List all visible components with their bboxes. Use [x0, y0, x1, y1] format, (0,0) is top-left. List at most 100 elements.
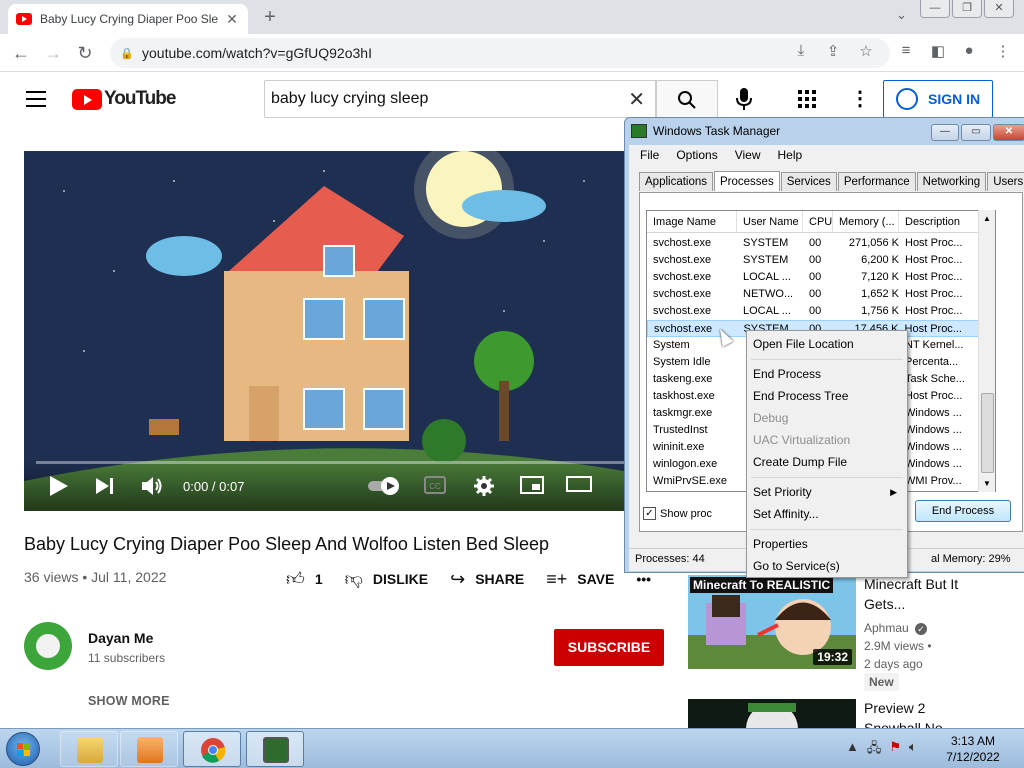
taskbar-explorer[interactable]	[60, 731, 118, 767]
column-memory[interactable]: Memory (...	[833, 211, 899, 232]
column-image-name[interactable]: Image Name	[647, 211, 737, 232]
tm-close-button[interactable]: ✕	[993, 124, 1024, 141]
next-video-icon[interactable]	[96, 476, 116, 501]
theater-mode-icon[interactable]	[566, 476, 592, 497]
volume-icon[interactable]	[142, 476, 164, 501]
chrome-menu-icon[interactable]: ⋮	[992, 42, 1014, 60]
channel-name[interactable]: Dayan Me	[88, 630, 153, 646]
ctx-set-affinity[interactable]: Set Affinity...	[753, 507, 819, 521]
forward-arrow-icon[interactable]: →	[40, 40, 66, 66]
media-queue-icon[interactable]: ≡	[895, 42, 917, 59]
hamburger-menu-icon[interactable]	[26, 91, 46, 107]
taskbar-task-manager[interactable]	[246, 731, 304, 767]
scroll-up-arrow-icon[interactable]: ▲	[983, 214, 991, 223]
miniplayer-icon[interactable]	[520, 476, 544, 499]
ctx-end-process[interactable]: End Process	[753, 367, 821, 381]
new-tab-button[interactable]: +	[258, 6, 282, 29]
search-input[interactable]: baby lucy crying sleep ✕	[264, 80, 656, 118]
tab-close-icon[interactable]: ✕	[224, 11, 240, 28]
tm-minimize-button[interactable]: —	[931, 124, 959, 141]
show-all-users-checkbox[interactable]: ✓ Show proc	[643, 507, 712, 520]
browser-tab[interactable]: Baby Lucy Crying Diaper Poo Sle ✕	[8, 4, 248, 34]
process-row[interactable]: svchost.exe SYSTEM 00 6,200 K Host Proc...	[647, 252, 980, 269]
recommendation-thumbnail[interactable]: Minecraft To REALISTIC 19:32	[688, 575, 856, 669]
tab-performance[interactable]: Performance	[837, 172, 916, 191]
tab-processes[interactable]: Processes	[714, 171, 780, 191]
recommendation-title-line[interactable]: Snowball No...	[864, 718, 1014, 728]
menu-options[interactable]: Options	[676, 148, 717, 162]
side-panel-icon[interactable]: ◧	[927, 42, 949, 60]
taskbar-chrome[interactable]	[183, 731, 241, 767]
share-icon[interactable]: ⇪	[822, 42, 844, 60]
address-bar[interactable]: 🔒 youtube.com/watch?v=gGfUQ92o3hI	[110, 38, 890, 68]
recommendation-channel[interactable]: Aphmau ✓	[864, 621, 928, 635]
column-description[interactable]: Description	[899, 211, 980, 232]
scrollbar-thumb[interactable]	[981, 393, 994, 473]
column-cpu[interactable]: CPU	[803, 211, 833, 232]
ctx-go-to-services[interactable]: Go to Service(s)	[753, 559, 840, 573]
process-row[interactable]: svchost.exe LOCAL ... 00 7,120 K Host Proc..…	[647, 269, 980, 286]
process-row[interactable]: svchost.exe LOCAL ... 00 1,756 K Host Proc..…	[647, 303, 980, 320]
bookmark-star-icon[interactable]: ☆	[855, 42, 877, 60]
dislike-button[interactable]: 👎︎ DISLIKE	[345, 568, 429, 590]
profile-icon[interactable]: ●	[958, 42, 980, 59]
volume-tray-icon[interactable]: 🔈︎	[909, 739, 917, 761]
tab-networking[interactable]: Networking	[916, 172, 987, 191]
video-progress-bar[interactable]	[36, 461, 624, 464]
tm-maximize-button[interactable]: ▭	[961, 124, 991, 141]
reload-icon[interactable]: ↻	[72, 40, 98, 66]
microphone-icon[interactable]	[736, 88, 756, 115]
captions-icon[interactable]: CC	[424, 476, 446, 499]
tab-users[interactable]: Users	[987, 172, 1024, 191]
show-hidden-icons-icon[interactable]: ▲	[846, 739, 859, 761]
apps-grid-icon[interactable]	[798, 90, 816, 108]
more-actions-button[interactable]: •••	[636, 571, 651, 587]
restore-button[interactable]: ❐	[952, 0, 982, 18]
minimize-button[interactable]: —	[920, 0, 950, 18]
sign-in-button[interactable]: SIGN IN	[883, 80, 993, 118]
ctx-debug[interactable]: Debug	[753, 411, 788, 425]
ctx-open-file-location[interactable]: Open File Location	[753, 337, 854, 351]
recommendation-thumbnail[interactable]	[688, 699, 856, 728]
recommendation-title-line[interactable]: Gets...	[864, 594, 1014, 614]
taskbar-media-player[interactable]	[120, 731, 178, 767]
network-icon[interactable]: 🖧	[867, 739, 882, 761]
process-row[interactable]: svchost.exe NETWO... 00 1,652 K Host Proc...	[647, 286, 980, 303]
clear-search-icon[interactable]: ✕	[628, 87, 645, 112]
end-process-button[interactable]: End Process	[915, 500, 1011, 522]
settings-more-icon[interactable]: ⋮	[850, 86, 870, 111]
share-button[interactable]: ↪ SHARE	[450, 569, 524, 590]
show-more-button[interactable]: SHOW MORE	[88, 694, 170, 708]
ctx-properties[interactable]: Properties	[753, 537, 808, 551]
column-user-name[interactable]: User Name	[737, 211, 803, 232]
action-center-flag-icon[interactable]: ⚑	[889, 739, 901, 761]
menu-help[interactable]: Help	[778, 148, 803, 162]
autoplay-toggle-icon[interactable]	[368, 476, 402, 501]
ctx-create-dump-file[interactable]: Create Dump File	[753, 455, 847, 469]
recommendation-title-line[interactable]: Preview 2	[864, 698, 1014, 718]
youtube-logo[interactable]: YouTube	[72, 88, 176, 110]
menu-view[interactable]: View	[735, 148, 761, 162]
install-icon[interactable]: ⤓	[790, 42, 812, 59]
process-row[interactable]: svchost.exe SYSTEM 00 271,056 K Host Proc...	[647, 235, 980, 252]
play-icon[interactable]	[50, 476, 68, 501]
tab-services[interactable]: Services	[780, 172, 837, 191]
channel-avatar[interactable]	[24, 622, 72, 670]
menu-file[interactable]: File	[640, 148, 659, 162]
ctx-end-process-tree[interactable]: End Process Tree	[753, 389, 848, 403]
task-manager-titlebar[interactable]: Windows Task Manager	[631, 124, 780, 138]
subscribe-button[interactable]: SUBSCRIBE	[554, 629, 664, 666]
process-list-scrollbar[interactable]: ▲ ▼	[978, 210, 995, 492]
ctx-uac-virtualization[interactable]: UAC Virtualization	[753, 433, 850, 447]
save-button[interactable]: ≡+ SAVE	[546, 569, 614, 590]
tab-applications[interactable]: Applications	[639, 172, 714, 191]
scroll-down-arrow-icon[interactable]: ▼	[983, 479, 991, 488]
tab-search-chevron-icon[interactable]: ⌄	[896, 7, 907, 23]
like-button[interactable]: 👍︎ 1	[286, 568, 323, 590]
close-window-button[interactable]: ✕	[984, 0, 1014, 18]
settings-gear-icon[interactable]	[474, 476, 494, 501]
start-button[interactable]	[6, 732, 40, 766]
taskbar-clock[interactable]: 3:13 AM 7/12/2022	[940, 733, 1006, 765]
search-button[interactable]	[656, 80, 718, 118]
ctx-set-priority[interactable]: Set Priority	[753, 485, 812, 499]
